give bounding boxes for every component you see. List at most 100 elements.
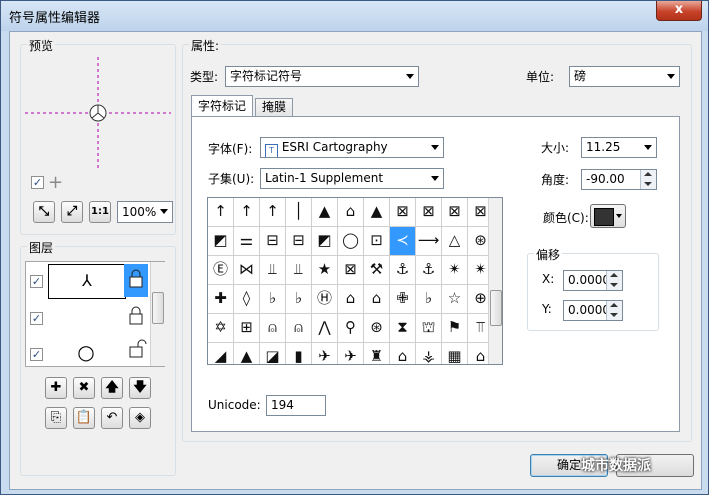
preview-grid-checkbox[interactable]: ✓ xyxy=(31,176,44,189)
glyph-cell[interactable]: ★ xyxy=(312,256,338,285)
glyph-cell[interactable]: ⋈ xyxy=(234,256,260,285)
offset-x-spinner[interactable]: 0.0000 xyxy=(563,270,623,291)
glyph-cell[interactable]: ⫫ xyxy=(286,256,312,285)
glyph-cell[interactable]: ⧗ xyxy=(390,314,416,343)
glyph-cell[interactable]: ⌂ xyxy=(338,285,364,314)
zoom-level-select[interactable]: 100% xyxy=(117,201,173,223)
unicode-input[interactable]: 194 xyxy=(266,395,326,416)
zoom-extent-button[interactable]: ⤢ xyxy=(61,201,83,223)
glyph-cell[interactable]: ⌂ xyxy=(364,285,390,314)
remove-layer-button[interactable]: ✖ xyxy=(73,377,95,399)
glyph-cell[interactable]: ⫫ xyxy=(260,256,286,285)
spin-down-icon[interactable] xyxy=(641,179,656,188)
glyph-cell[interactable]: ↑ xyxy=(260,198,286,227)
offset-y-spinner[interactable]: 0.0000 xyxy=(563,300,623,321)
tab-mask[interactable]: 掩膜 xyxy=(255,98,294,117)
color-picker-button[interactable] xyxy=(590,204,626,228)
glyph-cell[interactable]: Ⓗ xyxy=(312,285,338,314)
glyph-cell[interactable]: ⋀ xyxy=(312,314,338,343)
actual-size-button[interactable]: 1:1 xyxy=(89,201,111,223)
glyph-cell[interactable]: ⊟ xyxy=(260,227,286,256)
glyph-cell[interactable]: ⊠ xyxy=(442,198,468,227)
glyph-grid[interactable]: ↑ ↑ ↑ │ ▲ ⌂ ▲ ⊠ ⊠ ⊠ ⊠ ◩ ⚌ ⊟ ⊟ ◩ ◯ ⊡ ≺ ⟶ △ ⊛ Ⓔ ⋈ ⫫ ⫫ ★ ⊠ ⚒ ⚓ ⚓ ✴ ✴ ✚ ◊ ♭ ♭ Ⓗ ⌂ ⌂… xyxy=(207,197,503,365)
glyph-cell[interactable]: ✈ xyxy=(312,343,338,364)
spin-up-icon[interactable] xyxy=(607,271,622,280)
tag-layer-button[interactable]: ◈ xyxy=(129,407,151,429)
glyph-cell[interactable]: ⚶ xyxy=(416,343,442,364)
glyph-cell[interactable]: Ⓔ xyxy=(208,256,234,285)
layer-visible-checkbox[interactable]: ✓ xyxy=(30,275,43,288)
layer-visible-checkbox[interactable]: ✓ xyxy=(30,312,43,325)
glyph-cell[interactable]: ✴ xyxy=(442,256,468,285)
glyph-cell[interactable]: ▲ xyxy=(234,343,260,364)
glyph-cell[interactable]: ⊡ xyxy=(364,227,390,256)
glyph-cell[interactable]: ⍝ xyxy=(260,314,286,343)
size-select[interactable]: 11.25 xyxy=(581,137,657,158)
font-select[interactable]: T ESRI Cartography xyxy=(260,137,444,158)
angle-spinner[interactable]: -90.00 xyxy=(581,169,657,190)
glyph-cell[interactable]: │ xyxy=(286,198,312,227)
glyph-cell[interactable]: ♭ xyxy=(286,285,312,314)
glyph-cell[interactable]: ⚒ xyxy=(364,256,390,285)
glyph-grid-scrollbar[interactable] xyxy=(488,198,502,364)
glyph-cell[interactable]: ♜ xyxy=(364,343,390,364)
glyph-cell[interactable]: ◩ xyxy=(208,227,234,256)
lock-icon[interactable] xyxy=(124,264,148,297)
spin-down-icon[interactable] xyxy=(607,280,622,289)
glyph-cell[interactable]: ≺ xyxy=(390,227,416,256)
unit-select[interactable]: 磅 xyxy=(569,66,680,87)
lock-icon[interactable] xyxy=(124,302,148,335)
glyph-cell[interactable]: ✡ xyxy=(208,314,234,343)
glyph-cell[interactable]: ▲ xyxy=(364,198,390,227)
zoom-fit-button[interactable]: ⤡ xyxy=(33,201,55,223)
move-layer-down-button[interactable]: 🡇 xyxy=(129,377,151,399)
glyph-cell[interactable]: ▮ xyxy=(286,343,312,364)
glyph-cell[interactable]: ⛫ xyxy=(416,314,442,343)
glyph-cell[interactable]: ◊ xyxy=(234,285,260,314)
glyph-cell[interactable]: △ xyxy=(442,227,468,256)
glyph-cell[interactable]: ▲ xyxy=(312,198,338,227)
copy-layer-button[interactable]: ⎘ xyxy=(45,407,67,429)
layers-list[interactable]: ✓ ⅄ ✓ ✓ ○ xyxy=(25,261,165,367)
spin-up-icon[interactable] xyxy=(641,170,656,179)
close-button[interactable]: x xyxy=(656,1,702,21)
glyph-cell[interactable]: ⟶ xyxy=(416,227,442,256)
glyph-cell[interactable]: ⌂ xyxy=(338,198,364,227)
glyph-grid-scroll-thumb[interactable] xyxy=(490,290,502,326)
glyph-cell[interactable]: ⊠ xyxy=(338,256,364,285)
glyph-cell[interactable]: ⚲ xyxy=(338,314,364,343)
glyph-cell[interactable]: ⊠ xyxy=(416,198,442,227)
glyph-cell[interactable]: ↑ xyxy=(234,198,260,227)
glyph-cell[interactable]: ↑ xyxy=(208,198,234,227)
layers-scroll-thumb[interactable] xyxy=(152,292,164,324)
paste-layer-button[interactable]: 📋 xyxy=(73,407,95,429)
glyph-cell[interactable]: ♭ xyxy=(416,285,442,314)
lock-open-icon[interactable] xyxy=(124,337,148,365)
tab-character-marker[interactable]: 字符标记 xyxy=(191,95,254,117)
glyph-cell[interactable]: ▦ xyxy=(442,343,468,364)
glyph-cell[interactable]: ⊠ xyxy=(390,198,416,227)
add-layer-button[interactable]: ✚ xyxy=(45,377,67,399)
glyph-cell[interactable]: ◩ xyxy=(312,227,338,256)
glyph-cell[interactable]: ⚑ xyxy=(442,314,468,343)
layer-visible-checkbox[interactable]: ✓ xyxy=(30,348,43,361)
angle-spin-buttons[interactable] xyxy=(640,170,656,189)
symbol-type-select[interactable]: 字符标记符号 xyxy=(225,66,419,87)
glyph-cell[interactable]: ⍝ xyxy=(286,314,312,343)
offset-y-spin-buttons[interactable] xyxy=(606,301,622,320)
layers-scrollbar[interactable] xyxy=(150,262,165,366)
spin-up-icon[interactable] xyxy=(607,301,622,310)
move-layer-up-button[interactable]: 🡅 xyxy=(101,377,123,399)
glyph-cell[interactable]: ✚ xyxy=(208,285,234,314)
spin-down-icon[interactable] xyxy=(607,310,622,319)
glyph-cell[interactable]: ✙ xyxy=(390,285,416,314)
glyph-cell[interactable]: ⊞ xyxy=(234,314,260,343)
glyph-cell[interactable]: ✈ xyxy=(338,343,364,364)
glyph-cell[interactable]: ⊛ xyxy=(364,314,390,343)
offset-x-spin-buttons[interactable] xyxy=(606,271,622,290)
glyph-cell[interactable]: ◯ xyxy=(338,227,364,256)
glyph-cell[interactable]: ⚓ xyxy=(416,256,442,285)
glyph-cell[interactable]: ◪ xyxy=(260,343,286,364)
layer-preview-circle[interactable]: ○ xyxy=(48,338,124,366)
glyph-cell[interactable]: ♭ xyxy=(260,285,286,314)
